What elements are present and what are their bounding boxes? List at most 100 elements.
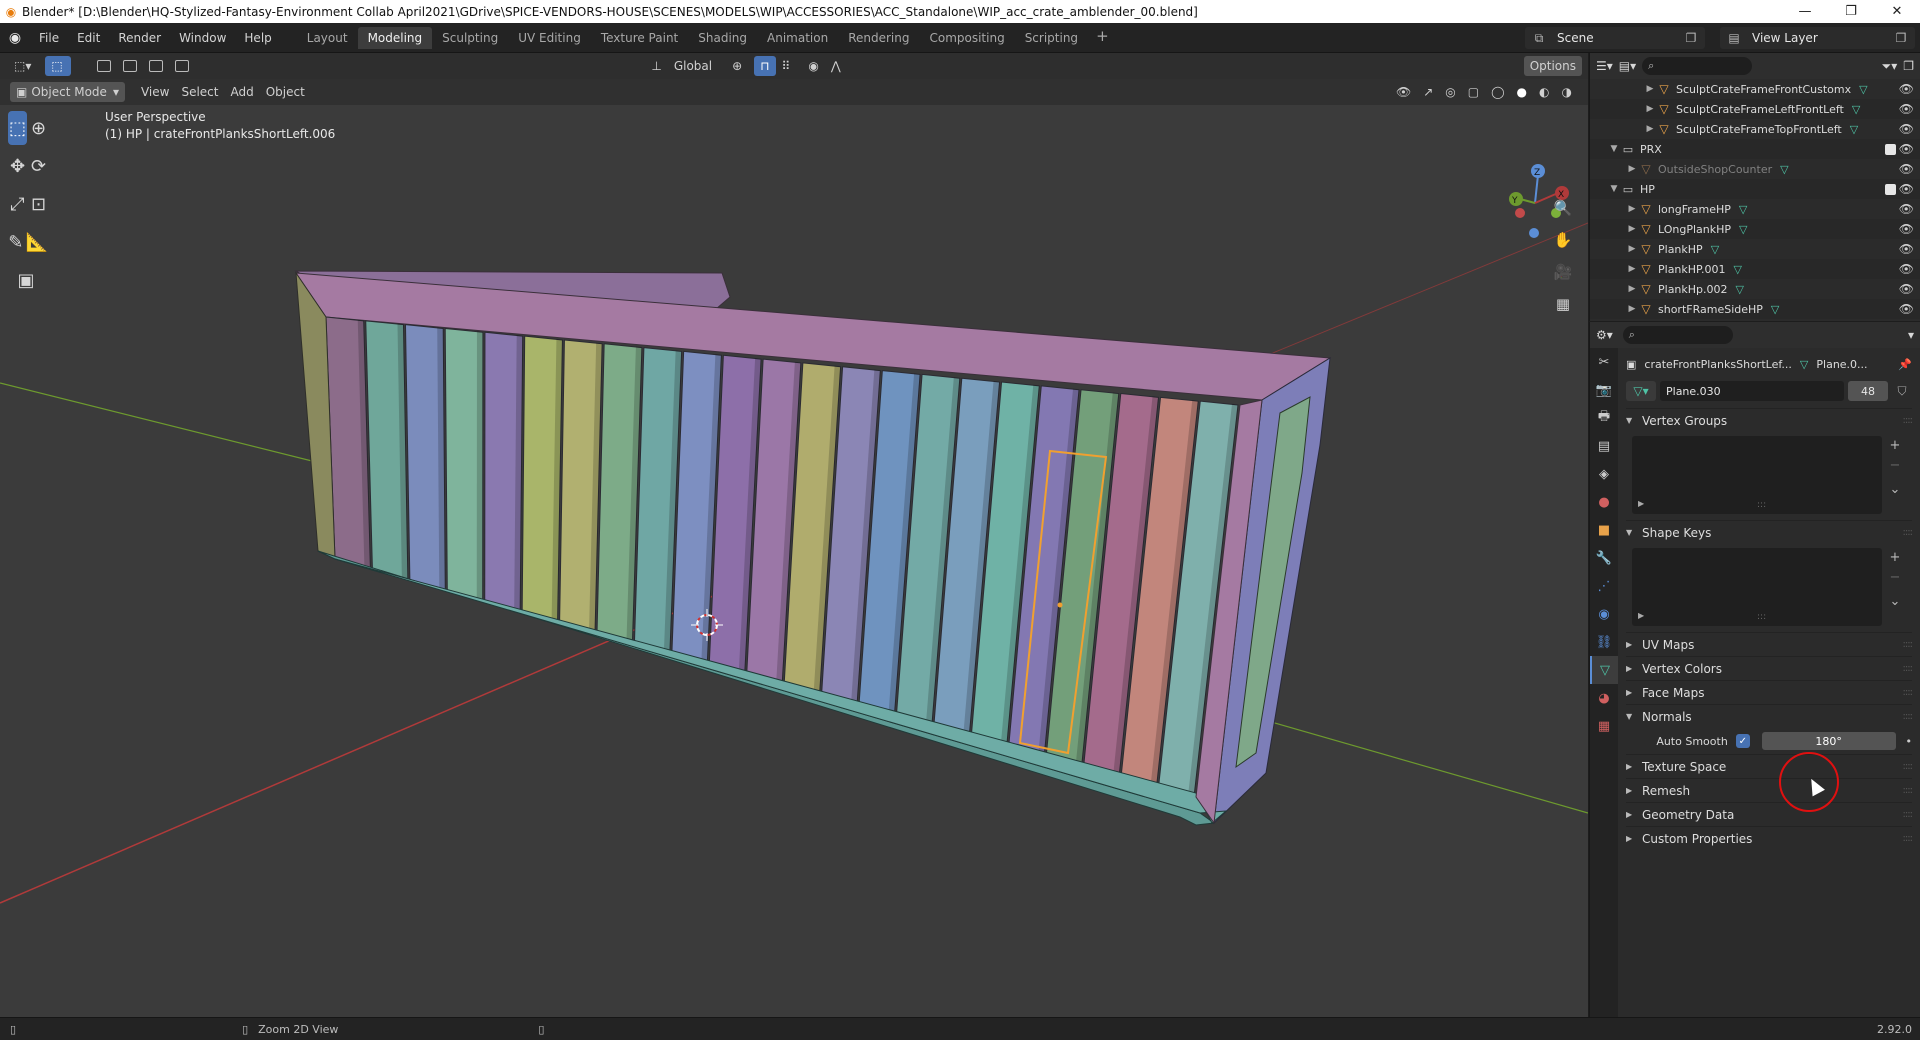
scene-tab-icon[interactable]: ◈ bbox=[1590, 460, 1618, 488]
menu-edit[interactable]: Edit bbox=[68, 31, 109, 45]
physics-tab-icon[interactable]: ◉ bbox=[1590, 600, 1618, 628]
outliner-item-name[interactable]: PlankHP bbox=[1658, 243, 1703, 256]
pan-hand-icon[interactable]: ✋ bbox=[1548, 225, 1578, 255]
modifiers-tab-icon[interactable]: 🔧 bbox=[1590, 544, 1618, 572]
fake-user-shield-icon[interactable]: ⛉ bbox=[1892, 384, 1912, 399]
list-resize-icon[interactable]: ::: bbox=[1757, 612, 1766, 622]
panel-vertex-groups[interactable]: ▼ Vertex Groups :::: bbox=[1626, 408, 1913, 432]
expand-right-icon[interactable]: ▶ bbox=[1626, 304, 1638, 314]
mesh-data-tab-icon[interactable]: ▽ bbox=[1590, 656, 1618, 684]
world-tab-icon[interactable]: ● bbox=[1590, 488, 1618, 516]
tab-modeling[interactable]: Modeling bbox=[357, 26, 433, 49]
shading-material-icon[interactable]: ◐ bbox=[1533, 82, 1555, 102]
move-tool-icon[interactable]: ✥ bbox=[8, 149, 27, 183]
crate-model[interactable] bbox=[294, 270, 1332, 826]
mesh-data-icon[interactable]: ▽ bbox=[1733, 263, 1741, 276]
add-workspace-button[interactable]: + bbox=[1088, 27, 1117, 49]
eye-icon[interactable]: 👁 bbox=[1899, 162, 1914, 176]
panel-vertex-colors[interactable]: ▶ Vertex Colors :::: bbox=[1626, 656, 1913, 680]
panel-normals[interactable]: ▼ Normals :::: bbox=[1626, 704, 1913, 728]
minimize-button[interactable]: — bbox=[1782, 0, 1828, 23]
eye-icon[interactable]: 👁 bbox=[1899, 102, 1914, 116]
material-tab-icon[interactable]: ◕ bbox=[1590, 684, 1618, 712]
scene-selector[interactable]: ⧉ Scene ❐ bbox=[1525, 27, 1705, 49]
view-layer-selector[interactable]: ▤ View Layer ❐ bbox=[1720, 27, 1915, 49]
snap-toggle-icon[interactable]: ⊓ bbox=[754, 56, 776, 76]
measure-tool-icon[interactable]: 📐 bbox=[26, 225, 48, 259]
outliner-item-name[interactable]: PRX bbox=[1640, 143, 1662, 156]
panel-uv-maps[interactable]: ▶ UV Maps :::: bbox=[1626, 632, 1913, 656]
outliner-item-name[interactable]: PlankHp.002 bbox=[1658, 283, 1728, 296]
eye-icon[interactable]: 👁 bbox=[1899, 82, 1914, 96]
outliner-item-name[interactable]: LOngPlankHP bbox=[1658, 223, 1731, 236]
properties-search-input[interactable]: ⌕ bbox=[1622, 326, 1733, 344]
tab-uv-editing[interactable]: UV Editing bbox=[508, 27, 591, 49]
expand-right-icon[interactable]: ▶ bbox=[1626, 284, 1638, 294]
outliner-row[interactable]: ▶ ▽ PlankHP.001 ▽ 👁 bbox=[1590, 259, 1920, 279]
outliner-editor-icon[interactable]: ☰▾ bbox=[1596, 59, 1613, 73]
proportional-edit-icon[interactable]: ◉ bbox=[802, 56, 824, 76]
outliner-row[interactable]: ▶ ▽ shortFRameSideHP ▽ 👁 bbox=[1590, 299, 1920, 319]
scene-name[interactable]: Scene bbox=[1553, 31, 1677, 45]
eye-icon[interactable]: 👁 bbox=[1899, 262, 1914, 276]
exclude-checkbox[interactable] bbox=[1885, 183, 1896, 195]
menu-view[interactable]: View bbox=[135, 82, 175, 102]
mesh-data-icon[interactable]: ▽ bbox=[1780, 163, 1788, 176]
add-shape-key-button[interactable]: + bbox=[1886, 550, 1904, 565]
panel-grip-icon[interactable]: :::: bbox=[1903, 761, 1914, 772]
vertex-groups-list[interactable]: ▶ ::: bbox=[1632, 436, 1882, 514]
panel-remesh[interactable]: ▶ Remesh :::: bbox=[1626, 778, 1913, 802]
menu-file[interactable]: File bbox=[30, 31, 68, 45]
outliner-search-input[interactable]: ⌕ bbox=[1642, 57, 1753, 75]
select-box-tool-icon[interactable]: ⬚ bbox=[45, 56, 72, 76]
close-button[interactable]: ✕ bbox=[1874, 0, 1920, 23]
outliner-item-name[interactable]: shortFRameSideHP bbox=[1658, 303, 1763, 316]
expand-down-icon[interactable]: ▼ bbox=[1608, 144, 1620, 154]
gizmo-toggle-icon[interactable]: ↗ bbox=[1417, 82, 1439, 102]
gizmo-neg-x-icon[interactable] bbox=[1515, 208, 1525, 218]
expand-right-icon[interactable]: ▶ bbox=[1626, 244, 1638, 254]
panel-face-maps[interactable]: ▶ Face Maps :::: bbox=[1626, 680, 1914, 704]
shape-keys-list[interactable]: ▶ ::: bbox=[1632, 548, 1882, 626]
3d-viewport[interactable]: Z Y X ⬚▾ ⬚ ⊥ Global ⊕ ⊓ ⠿ ◉ ⋀ Options ▣ … bbox=[0, 53, 1588, 1017]
vertex-group-specials-icon[interactable]: ⌄ bbox=[1886, 482, 1904, 497]
add-vertex-group-button[interactable]: + bbox=[1886, 438, 1904, 453]
tab-scripting[interactable]: Scripting bbox=[1015, 27, 1088, 49]
panel-custom-properties[interactable]: ▶ Custom Properties :::: bbox=[1626, 826, 1914, 850]
chevron-down-icon[interactable]: ▾ bbox=[1908, 328, 1914, 342]
select-mode-invert-icon[interactable] bbox=[169, 56, 195, 76]
keyframe-dot-icon[interactable]: • bbox=[1906, 735, 1913, 748]
select-tool-icon[interactable]: ⬚ bbox=[8, 111, 27, 145]
new-collection-icon[interactable]: ❐ bbox=[1903, 59, 1914, 73]
tab-compositing[interactable]: Compositing bbox=[919, 27, 1014, 49]
editor-type-icon[interactable]: ⬚▾ bbox=[8, 56, 37, 76]
gizmo-neg-z-icon[interactable] bbox=[1529, 228, 1539, 238]
list-expand-icon[interactable]: ▶ bbox=[1638, 611, 1644, 620]
mesh-name-field[interactable]: Plane.030 bbox=[1660, 381, 1844, 401]
panel-grip-icon[interactable]: :::: bbox=[1903, 833, 1914, 844]
eye-icon[interactable]: 👁 bbox=[1899, 122, 1914, 136]
view-layer-tab-icon[interactable]: ▤ bbox=[1590, 432, 1618, 460]
outliner-row[interactable]: ▶ ▽ SculptCrateFrameFrontCustomx ▽ 👁 bbox=[1590, 79, 1920, 99]
mesh-data-icon[interactable]: ▽ bbox=[1736, 283, 1744, 296]
outliner-item-name[interactable]: PlankHP.001 bbox=[1658, 263, 1725, 276]
mesh-browse-dropdown[interactable]: ▽▾ bbox=[1626, 381, 1656, 401]
outliner-item-name[interactable]: longFrameHP bbox=[1658, 203, 1731, 216]
outliner-item-name[interactable]: SculptCrateFrameLeftFrontLeft bbox=[1676, 103, 1844, 116]
panel-grip-icon[interactable]: :::: bbox=[1903, 687, 1914, 698]
overlays-toggle-icon[interactable]: ◎ bbox=[1439, 82, 1461, 102]
menu-select[interactable]: Select bbox=[175, 82, 224, 102]
tab-layout[interactable]: Layout bbox=[297, 27, 358, 49]
outliner-row[interactable]: ▼ ▭ PRX 👁 bbox=[1590, 139, 1920, 159]
snap-target-icon[interactable]: ⠿ bbox=[776, 56, 797, 76]
visibility-icon[interactable]: 👁 bbox=[1390, 82, 1417, 102]
front-planks[interactable] bbox=[325, 316, 1239, 798]
blender-menu-icon[interactable]: ◉ bbox=[0, 30, 30, 46]
outliner-item-name[interactable]: HP bbox=[1640, 183, 1655, 196]
options-dropdown[interactable]: Options bbox=[1523, 56, 1582, 76]
tool-tab-icon[interactable]: ✂ bbox=[1590, 348, 1618, 376]
new-scene-icon[interactable]: ❐ bbox=[1677, 31, 1705, 45]
properties-editor-icon[interactable]: ⚙▾ bbox=[1596, 328, 1613, 342]
new-view-layer-icon[interactable]: ❐ bbox=[1887, 31, 1915, 45]
tab-sculpting[interactable]: Sculpting bbox=[432, 27, 508, 49]
